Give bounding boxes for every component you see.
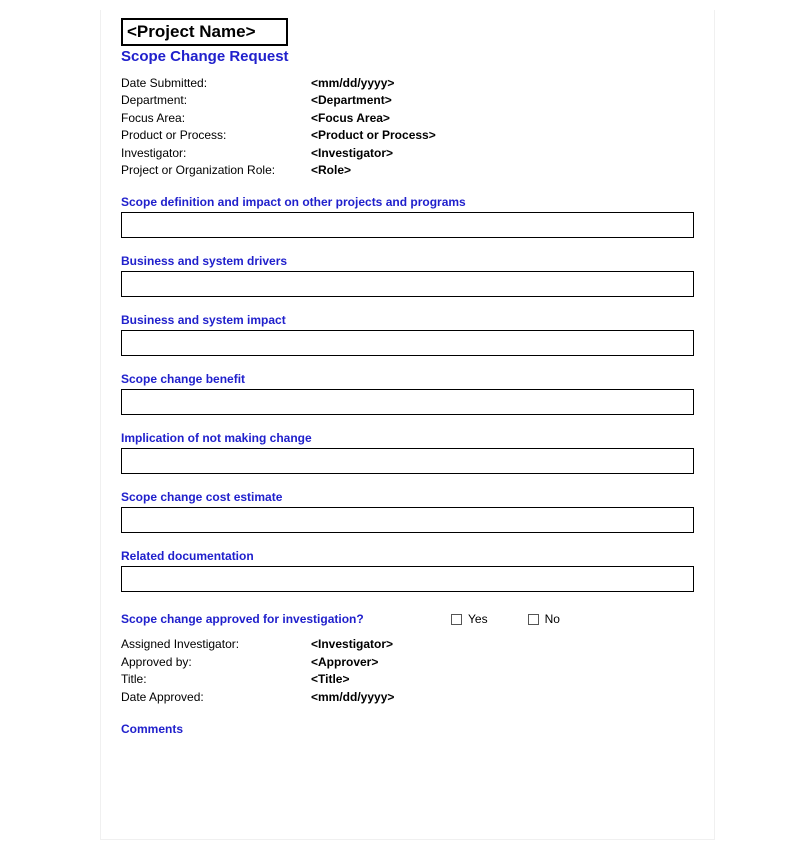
project-name-box: <Project Name> xyxy=(121,18,288,46)
label-cost: Scope change cost estimate xyxy=(121,490,694,504)
approval-row: Scope change approved for investigation?… xyxy=(121,612,694,626)
value-date-approved: <mm/dd/yyyy> xyxy=(311,689,394,706)
label-investigator: Investigator: xyxy=(121,145,311,162)
input-docs[interactable] xyxy=(121,566,694,592)
row-date-approved: Date Approved: <mm/dd/yyyy> xyxy=(121,689,694,706)
project-name: <Project Name> xyxy=(127,22,256,41)
row-department: Department: <Department> xyxy=(121,92,694,109)
label-role: Project or Organization Role: xyxy=(121,162,311,179)
label-implication: Implication of not making change xyxy=(121,431,694,445)
value-department: <Department> xyxy=(311,92,392,109)
value-date-submitted: <mm/dd/yyyy> xyxy=(311,75,394,92)
value-product-process: <Product or Process> xyxy=(311,127,436,144)
label-product-process: Product or Process: xyxy=(121,127,311,144)
document-sheet: <Project Name> Scope Change Request Date… xyxy=(100,10,715,840)
row-approved-by: Approved by: <Approver> xyxy=(121,654,694,671)
label-drivers: Business and system drivers xyxy=(121,254,694,268)
row-title: Title: <Title> xyxy=(121,671,694,688)
label-comments: Comments xyxy=(121,722,694,736)
input-benefit[interactable] xyxy=(121,389,694,415)
checkbox-no-group: No xyxy=(528,612,560,626)
label-benefit: Scope change benefit xyxy=(121,372,694,386)
label-yes: Yes xyxy=(468,612,488,626)
row-product-process: Product or Process: <Product or Process> xyxy=(121,127,694,144)
input-impact[interactable] xyxy=(121,330,694,356)
checkbox-no[interactable] xyxy=(528,614,539,625)
input-scope-definition[interactable] xyxy=(121,212,694,238)
input-implication[interactable] xyxy=(121,448,694,474)
document-title: Scope Change Request xyxy=(121,48,694,65)
row-investigator: Investigator: <Investigator> xyxy=(121,145,694,162)
page-container: <Project Name> Scope Change Request Date… xyxy=(0,0,800,853)
label-approved-by: Approved by: xyxy=(121,654,311,671)
label-no: No xyxy=(545,612,560,626)
label-scope-definition: Scope definition and impact on other pro… xyxy=(121,195,694,209)
label-date-submitted: Date Submitted: xyxy=(121,75,311,92)
label-title: Title: xyxy=(121,671,311,688)
label-focus-area: Focus Area: xyxy=(121,110,311,127)
value-assigned-investigator: <Investigator> xyxy=(311,636,393,653)
checkbox-yes-group: Yes xyxy=(451,612,488,626)
info-block: Date Submitted: <mm/dd/yyyy> Department:… xyxy=(121,75,694,179)
value-approved-by: <Approver> xyxy=(311,654,378,671)
label-assigned-investigator: Assigned Investigator: xyxy=(121,636,311,653)
checkbox-yes[interactable] xyxy=(451,614,462,625)
label-department: Department: xyxy=(121,92,311,109)
value-focus-area: <Focus Area> xyxy=(311,110,390,127)
row-assigned-investigator: Assigned Investigator: <Investigator> xyxy=(121,636,694,653)
approval-details: Assigned Investigator: <Investigator> Ap… xyxy=(121,636,694,706)
label-impact: Business and system impact xyxy=(121,313,694,327)
input-cost[interactable] xyxy=(121,507,694,533)
row-focus-area: Focus Area: <Focus Area> xyxy=(121,110,694,127)
value-investigator: <Investigator> xyxy=(311,145,393,162)
value-title: <Title> xyxy=(311,671,349,688)
label-docs: Related documentation xyxy=(121,549,694,563)
value-role: <Role> xyxy=(311,162,351,179)
label-approval-question: Scope change approved for investigation? xyxy=(121,612,451,626)
row-date-submitted: Date Submitted: <mm/dd/yyyy> xyxy=(121,75,694,92)
row-role: Project or Organization Role: <Role> xyxy=(121,162,694,179)
input-drivers[interactable] xyxy=(121,271,694,297)
label-date-approved: Date Approved: xyxy=(121,689,311,706)
